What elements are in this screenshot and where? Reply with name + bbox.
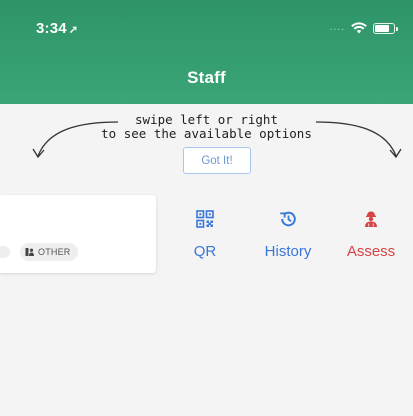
staff-card[interactable]: OTHER <box>0 195 156 273</box>
tag-chip: OTHER <box>20 243 78 261</box>
location-arrow-icon: ➚ <box>68 24 79 36</box>
battery-icon <box>373 22 398 34</box>
assess-action[interactable]: Assess <box>340 210 402 260</box>
swipe-hint-line-1: swipe left or right <box>135 112 278 127</box>
assess-label: Assess <box>346 243 396 260</box>
qr-label: QR <box>193 243 217 260</box>
wifi-icon <box>351 22 367 34</box>
status-indicators: .... <box>329 22 398 34</box>
history-icon <box>280 211 296 227</box>
tag-label: OTHER <box>38 247 71 257</box>
status-time: 3:34 ➚ <box>36 20 78 37</box>
app-header: 3:34 ➚ .... Staff <box>0 0 413 104</box>
swipe-hint-text: swipe left or right to see the available… <box>0 113 413 141</box>
history-label: History <box>264 243 312 260</box>
qr-action[interactable]: QR <box>190 210 220 260</box>
got-it-button[interactable]: Got It! <box>183 147 251 174</box>
assess-worker-icon <box>365 211 377 227</box>
battery-level <box>375 24 389 32</box>
clipped-chip <box>0 246 10 258</box>
person-badge-icon <box>25 248 34 256</box>
status-time-text: 3:34 <box>36 20 67 37</box>
signal-icon: .... <box>329 22 345 33</box>
page-title: Staff <box>187 68 226 87</box>
history-action[interactable]: History <box>256 210 320 260</box>
swipe-hint-line-2: to see the available options <box>101 126 312 141</box>
qr-code-icon <box>196 210 214 228</box>
